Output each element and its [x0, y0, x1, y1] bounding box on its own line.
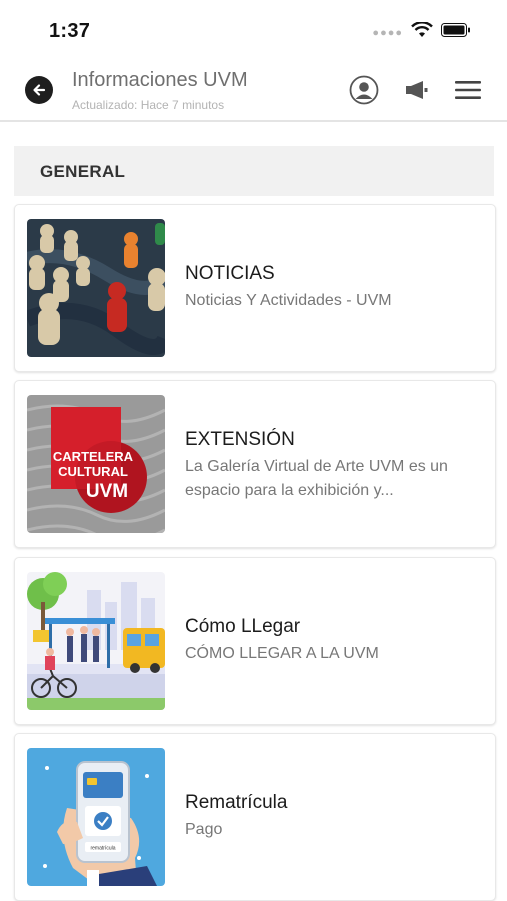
announcements-button[interactable]	[400, 74, 432, 106]
card-title: EXTENSIÓN	[185, 429, 295, 450]
signal-dots-icon: ●●●●	[372, 26, 403, 39]
svg-text:CULTURAL: CULTURAL	[58, 464, 128, 479]
pawns-photo-image	[27, 219, 165, 357]
svg-text:rematrícula: rematrícula	[90, 846, 115, 852]
cartelera-cultural-logo-image: CARTELERA CULTURAL UVM	[27, 395, 165, 533]
status-time: 1:37	[49, 20, 91, 42]
card-title: Cómo LLegar	[185, 616, 301, 637]
app-header: Informaciones UVM Actualizado: Hace 7 mi…	[0, 64, 507, 122]
user-avatar-icon	[349, 75, 379, 105]
card-extension[interactable]: CARTELERA CULTURAL UVM EXTENSIÓN La Gale…	[14, 380, 496, 548]
card-description: Noticias Y Actividades - UVM	[185, 292, 392, 309]
card-description: Pago	[185, 821, 223, 838]
card-title: NOTICIAS	[185, 263, 275, 284]
card-noticias[interactable]: NOTICIAS Noticias Y Actividades - UVM	[14, 204, 496, 372]
back-button[interactable]	[25, 76, 53, 104]
wifi-icon	[411, 21, 433, 43]
section-label: GENERAL	[40, 162, 126, 181]
hamburger-menu-icon	[455, 81, 481, 99]
arrow-left-icon	[33, 84, 46, 96]
section-header-general: GENERAL	[14, 146, 494, 196]
last-updated-text: Actualizado: Hace 7 minutos	[72, 98, 225, 112]
megaphone-icon	[406, 81, 428, 99]
page-title: Informaciones UVM	[72, 69, 248, 91]
bus-stop-illustration-image	[27, 572, 165, 710]
profile-button[interactable]	[348, 74, 380, 106]
card-description: La Galería Virtual de Arte UVM es un esp…	[185, 458, 448, 499]
svg-text:UVM: UVM	[86, 481, 128, 502]
status-bar: 1:37 ●●●●	[0, 0, 507, 64]
svg-text:CARTELERA: CARTELERA	[53, 449, 134, 464]
phone-payment-illustration-image: rematrícula	[27, 748, 165, 886]
menu-button[interactable]	[452, 74, 484, 106]
battery-icon	[441, 23, 471, 42]
card-title: Rematrícula	[185, 792, 288, 813]
card-description: CÓMO LLEGAR A LA UVM	[185, 645, 379, 662]
card-como-llegar[interactable]: Cómo LLegar CÓMO LLEGAR A LA UVM	[14, 557, 496, 725]
card-rematricula[interactable]: rematrícula Rematrícula Pago	[14, 733, 496, 901]
